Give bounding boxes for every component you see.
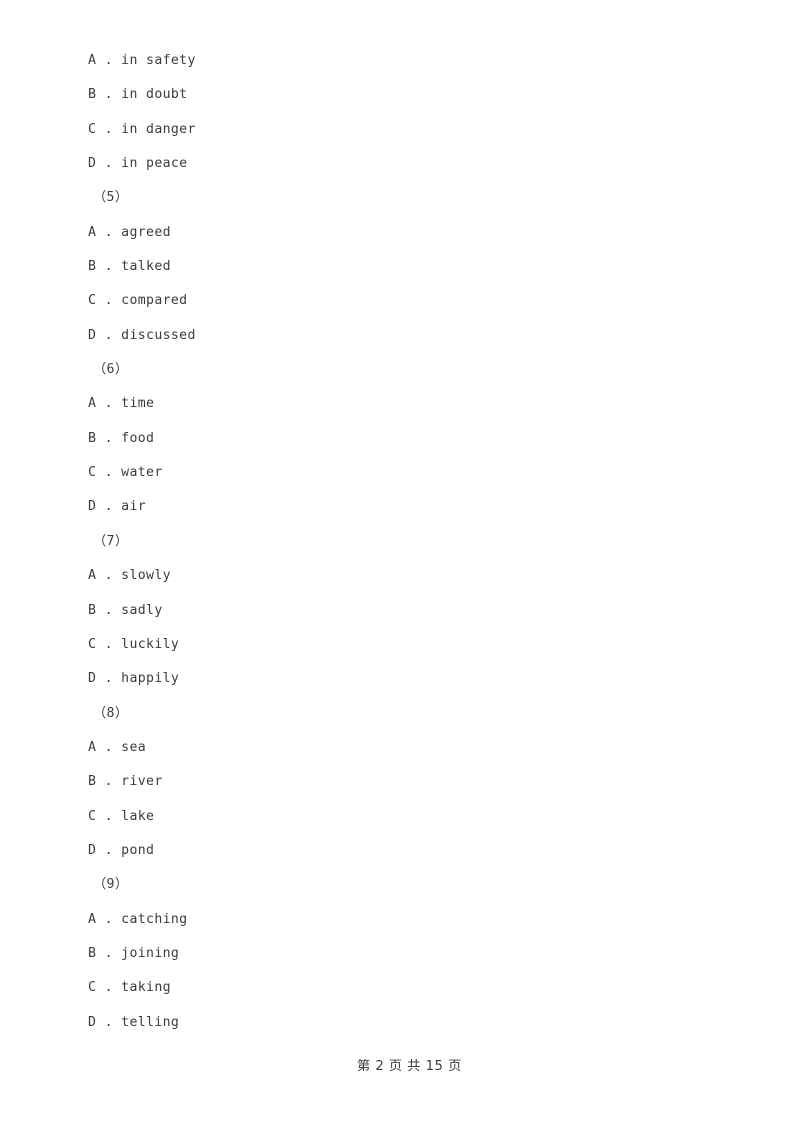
page-footer: 第 2 页 共 15 页: [0, 1031, 800, 1103]
answer-option: D . discussed: [88, 327, 196, 343]
question-number: （7）: [93, 533, 129, 549]
answer-option: B . sadly: [88, 602, 163, 618]
answer-option: C . water: [88, 465, 163, 481]
answer-option: A . in safety: [88, 53, 196, 68]
document-page: A . in safety B . in doubt C . in danger D …: [0, 0, 800, 1132]
answer-option: A . slowly: [88, 568, 171, 584]
page-content: A . in safety B . in doubt C . in danger D …: [0, 0, 800, 1040]
answer-option: B . food: [88, 430, 155, 446]
top-margin-spacer: [0, 0, 800, 44]
question-number: （9）: [93, 877, 129, 893]
answer-option: B . river: [88, 774, 163, 790]
answer-option: A . catching: [88, 911, 188, 927]
answer-option: B . in doubt: [88, 87, 188, 103]
question-number: （8）: [93, 705, 129, 721]
answer-option: D . pond: [88, 842, 155, 858]
answer-option: B . talked: [88, 259, 171, 275]
answer-option: C . in danger: [88, 121, 196, 137]
answer-option: A . time: [88, 396, 155, 412]
question-number: （5）: [93, 190, 129, 206]
answer-option: B . joining: [88, 945, 180, 961]
answer-option: C . taking: [88, 980, 171, 996]
answer-option: D . in peace: [88, 156, 188, 172]
answer-option: D . air: [88, 499, 147, 515]
answer-option: C . luckily: [88, 636, 180, 652]
answer-option: A . sea: [88, 739, 147, 755]
answer-option: D . happily: [88, 671, 180, 687]
answer-option: A . agreed: [88, 224, 171, 240]
answer-option: C . compared: [88, 293, 188, 309]
question-number: （6）: [93, 362, 129, 378]
footer-page-indicator: 第 2 页 共 15 页: [356, 1059, 462, 1074]
answer-option: C . lake: [88, 808, 155, 824]
question-option-list: A . in safety B . in doubt C . in danger D …: [0, 44, 800, 1040]
